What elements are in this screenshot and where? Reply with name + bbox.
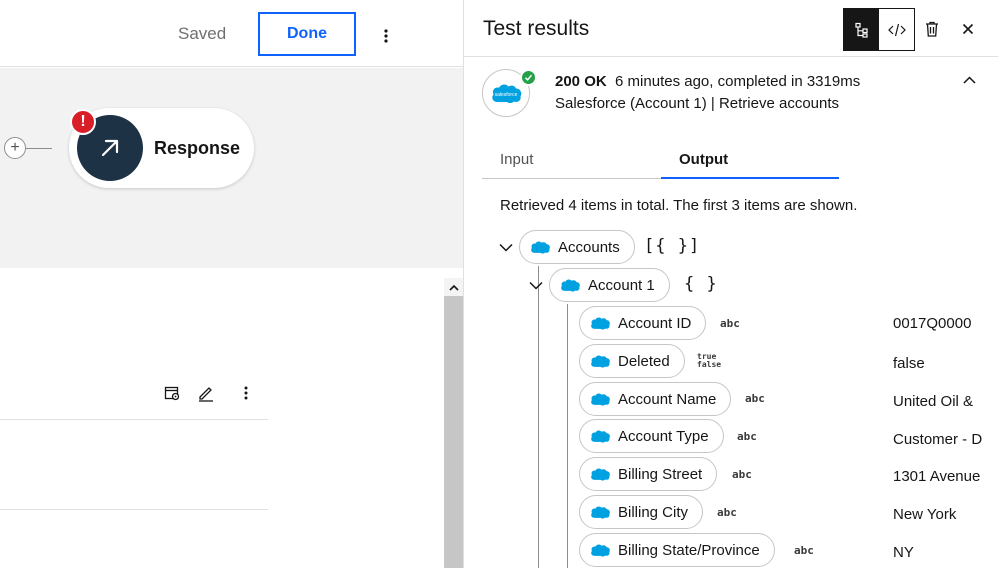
string-type-icon: abc <box>794 544 814 557</box>
saved-status: Saved <box>178 24 227 43</box>
node-label: Response <box>154 138 241 158</box>
field-value: United Oil & <box>893 393 974 410</box>
field-label: Billing State/Province <box>618 541 760 559</box>
chevron-up-icon[interactable] <box>961 72 977 88</box>
editor-toolbar: Saved Done <box>0 0 463 67</box>
svg-text:salesforce: salesforce <box>495 92 518 98</box>
tree-node-account-1[interactable]: Account 1 <box>549 268 670 302</box>
field-value: 0017Q0000 <box>893 315 972 332</box>
string-type-icon: abc <box>720 317 740 330</box>
salesforce-icon <box>591 430 610 443</box>
field-value: false <box>893 355 925 372</box>
string-type-icon: abc <box>745 392 765 405</box>
tree-node-accounts[interactable]: Accounts <box>519 230 635 264</box>
result-summary: Retrieved 4 items in total. The first 3 … <box>500 197 858 214</box>
success-check-icon <box>520 69 537 86</box>
field-account-id[interactable]: Account ID <box>579 306 707 340</box>
active-tab-indicator <box>661 177 839 179</box>
boolean-type-false: false <box>697 360 722 369</box>
field-label: Deleted <box>618 352 670 370</box>
status-line: 200 OK 6 minutes ago, completed in 3319m… <box>555 73 860 90</box>
field-label: Account Name <box>618 390 717 408</box>
field-value: New York <box>893 506 957 523</box>
chevron-down-icon[interactable] <box>497 238 515 256</box>
field-value: 1301 Avenue <box>893 468 981 485</box>
field-billing-city[interactable]: Billing City <box>579 495 704 529</box>
salesforce-icon <box>591 317 610 330</box>
object-type-icon: { } <box>684 274 718 294</box>
field-value: Customer - D <box>893 431 983 448</box>
test-results-panel: Test results salesforce 200 OK 6 minutes… <box>463 0 998 568</box>
tree-view-icon[interactable] <box>844 9 879 50</box>
string-type-icon: abc <box>737 430 757 443</box>
node-config-area <box>0 268 463 568</box>
scrollbar[interactable] <box>444 278 463 568</box>
tree-node-label: Account 1 <box>588 276 655 294</box>
field-label: Billing City <box>618 503 689 521</box>
field-billing-street[interactable]: Billing Street <box>579 457 718 491</box>
flow-editor: Saved Done + Response ! <box>0 0 463 568</box>
overflow-menu-icon[interactable] <box>236 383 256 403</box>
done-button[interactable]: Done <box>258 12 356 56</box>
add-node-icon[interactable]: + <box>4 137 26 159</box>
salesforce-icon <box>591 468 610 481</box>
tab-output[interactable]: Output <box>679 142 728 179</box>
status-code: 200 OK <box>555 73 607 90</box>
field-account-name[interactable]: Account Name <box>579 382 732 416</box>
edit-icon[interactable] <box>196 383 216 403</box>
field-label: Account Type <box>618 427 709 445</box>
string-type-icon: abc <box>732 468 752 481</box>
field-label: Billing Street <box>618 465 703 483</box>
salesforce-icon <box>561 279 580 292</box>
close-icon[interactable] <box>958 19 978 39</box>
divider <box>464 56 998 57</box>
tree-guide-line <box>538 266 539 568</box>
panel-title: Test results <box>483 17 590 40</box>
field-account-type[interactable]: Account Type <box>579 419 724 453</box>
salesforce-icon <box>591 506 610 519</box>
flow-connector <box>26 148 52 149</box>
string-type-icon: abc <box>717 506 737 519</box>
salesforce-icon <box>591 355 610 368</box>
overflow-menu-icon[interactable] <box>376 24 396 48</box>
salesforce-icon <box>531 241 550 254</box>
divider <box>0 509 268 510</box>
field-billing-state[interactable]: Billing State/Province <box>579 533 775 567</box>
salesforce-icon <box>591 393 610 406</box>
scroll-up-icon[interactable] <box>444 278 463 296</box>
field-value: NY <box>893 544 914 561</box>
trash-icon[interactable] <box>922 19 942 39</box>
status-detail: 6 minutes ago, completed in 3319ms <box>615 73 861 90</box>
divider <box>0 419 268 420</box>
salesforce-icon <box>591 544 610 557</box>
array-type-icon: [{ }] <box>644 236 701 256</box>
tree-node-label: Accounts <box>558 238 620 256</box>
source-description: Salesforce (Account 1) | Retrieve accoun… <box>555 95 840 112</box>
field-deleted[interactable]: Deleted <box>579 344 685 378</box>
calendar-settings-icon[interactable] <box>162 383 182 403</box>
response-node[interactable]: Response <box>69 108 254 188</box>
tab-input[interactable]: Input <box>500 142 533 179</box>
chevron-down-icon[interactable] <box>527 276 545 294</box>
field-label: Account ID <box>618 314 692 332</box>
tree-guide-line <box>567 304 568 568</box>
code-view-icon[interactable] <box>879 9 914 50</box>
error-icon: ! <box>70 109 96 135</box>
view-switcher <box>843 8 915 51</box>
result-tabs: Input Output <box>482 142 839 179</box>
